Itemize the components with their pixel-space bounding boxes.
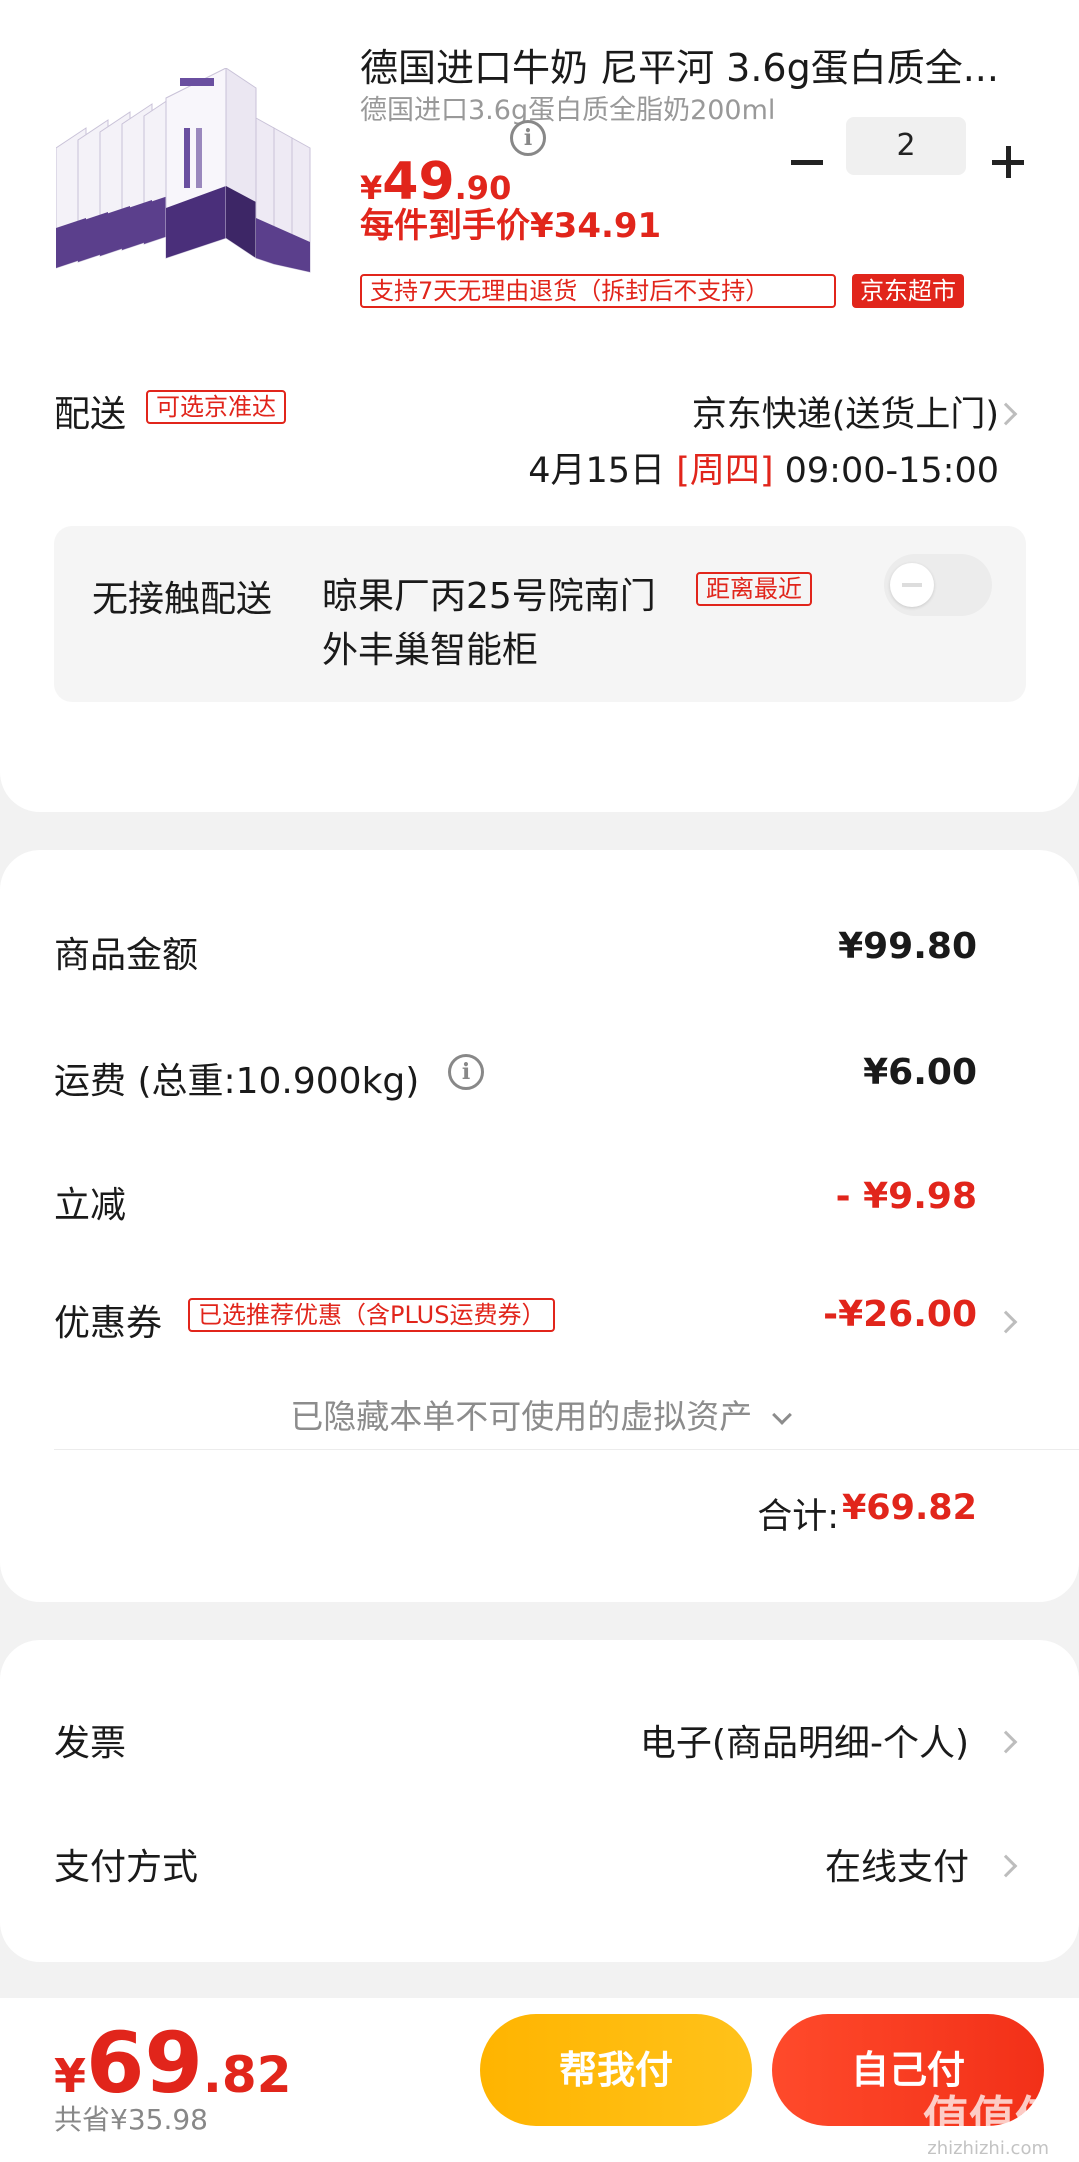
- discount-value: - ¥9.98: [835, 1176, 977, 1217]
- shipping-label: 运费 (总重:10.900kg): [54, 1061, 420, 1102]
- coupon-tag[interactable]: 已选推荐优惠（含PLUS运费券）: [188, 1298, 556, 1332]
- nearest-tag: 距离最近: [696, 572, 812, 606]
- payment-method-label: 支付方式: [54, 1847, 199, 1888]
- delivery-weekday: [周四]: [676, 451, 774, 491]
- product-spec: 德国进口3.6g蛋白质全脂奶200ml: [360, 95, 776, 126]
- quantity-input[interactable]: 2: [846, 117, 966, 175]
- goods-amount-label: 商品金额: [54, 935, 199, 976]
- return-policy-tag: 支持7天无理由退货（拆封后不支持）: [360, 274, 836, 308]
- watermark-url: zhizhizhi.com: [927, 2138, 1049, 2159]
- invoice-value[interactable]: 电子(商品明细-个人): [640, 1714, 969, 1766]
- unit-price: 每件到手价¥34.91: [360, 206, 662, 246]
- checkout-bar: ¥69.82 共省¥35.98 帮我付 自己付 值值值 zhizhizhi.co…: [0, 1998, 1079, 2162]
- contactless-toggle[interactable]: [884, 554, 992, 616]
- price-summary-card: 商品金额 ¥99.80 运费 (总重:10.900kg) i ¥6.00 立减 …: [0, 850, 1079, 1602]
- contactless-address: 晾果厂丙25号院南门外丰巢智能柜: [322, 576, 656, 671]
- toggle-knob: [890, 563, 934, 607]
- checkout-decimal: .82: [202, 2046, 292, 2104]
- shipping-value: ¥6.00: [863, 1052, 977, 1093]
- product-card: 德国进口牛奶 尼平河 3.6g蛋白质全... 德国进口3.6g蛋白质全脂奶200…: [0, 0, 1079, 812]
- help-me-pay-button[interactable]: 帮我付: [480, 2014, 752, 2126]
- payment-chevron-icon[interactable]: [994, 1854, 1018, 1878]
- store-tag: 京东超市: [852, 274, 964, 308]
- quantity-increase-button[interactable]: [988, 142, 1028, 182]
- payment-method-value[interactable]: 在线支付: [825, 1838, 969, 1890]
- summary-divider: [54, 1449, 1079, 1450]
- contactless-delivery-panel: 无接触配送 晾果厂丙25号院南门外丰巢智能柜 距离最近: [54, 526, 1026, 702]
- checkout-currency: ¥: [54, 2049, 87, 2103]
- discount-label: 立减: [54, 1185, 127, 1226]
- total-value: ¥69.82: [841, 1488, 977, 1528]
- coupon-value[interactable]: -¥26.00: [823, 1294, 977, 1335]
- total-label: 合计:: [757, 1497, 839, 1537]
- goods-amount-value: ¥99.80: [838, 926, 977, 967]
- delivery-date: 4月15日: [528, 451, 666, 491]
- product-image[interactable]: [56, 68, 320, 280]
- contactless-label: 无接触配送: [92, 579, 273, 620]
- coupon-chevron-icon[interactable]: [994, 1310, 1018, 1334]
- total-saved: 共省¥35.98: [54, 2103, 208, 2136]
- delivery-time[interactable]: 4月15日 [周四] 09:00-15:00: [528, 442, 999, 493]
- hidden-assets-text: 已隐藏本单不可使用的虚拟资产: [290, 1397, 753, 1436]
- invoice-payment-card: 发票 电子(商品明细-个人) 支付方式 在线支付: [0, 1640, 1079, 1962]
- quantity-decrease-button[interactable]: [787, 142, 827, 182]
- delivery-method[interactable]: 京东快递(送货上门): [692, 386, 999, 437]
- invoice-label: 发票: [54, 1723, 127, 1764]
- delivery-time-range: 09:00-15:00: [784, 451, 999, 491]
- invoice-chevron-icon[interactable]: [994, 1730, 1018, 1754]
- coupon-label: 优惠券: [54, 1303, 163, 1344]
- chevron-down-icon: [771, 1405, 792, 1425]
- hidden-assets-toggle[interactable]: 已隐藏本单不可使用的虚拟资产: [0, 1390, 1079, 1438]
- delivery-option-tag[interactable]: 可选京准达: [146, 390, 286, 424]
- delivery-label: 配送: [54, 394, 127, 435]
- product-title[interactable]: 德国进口牛奶 尼平河 3.6g蛋白质全...: [360, 37, 1000, 92]
- shipping-info-icon[interactable]: i: [448, 1054, 484, 1090]
- price-info-icon[interactable]: i: [510, 120, 546, 156]
